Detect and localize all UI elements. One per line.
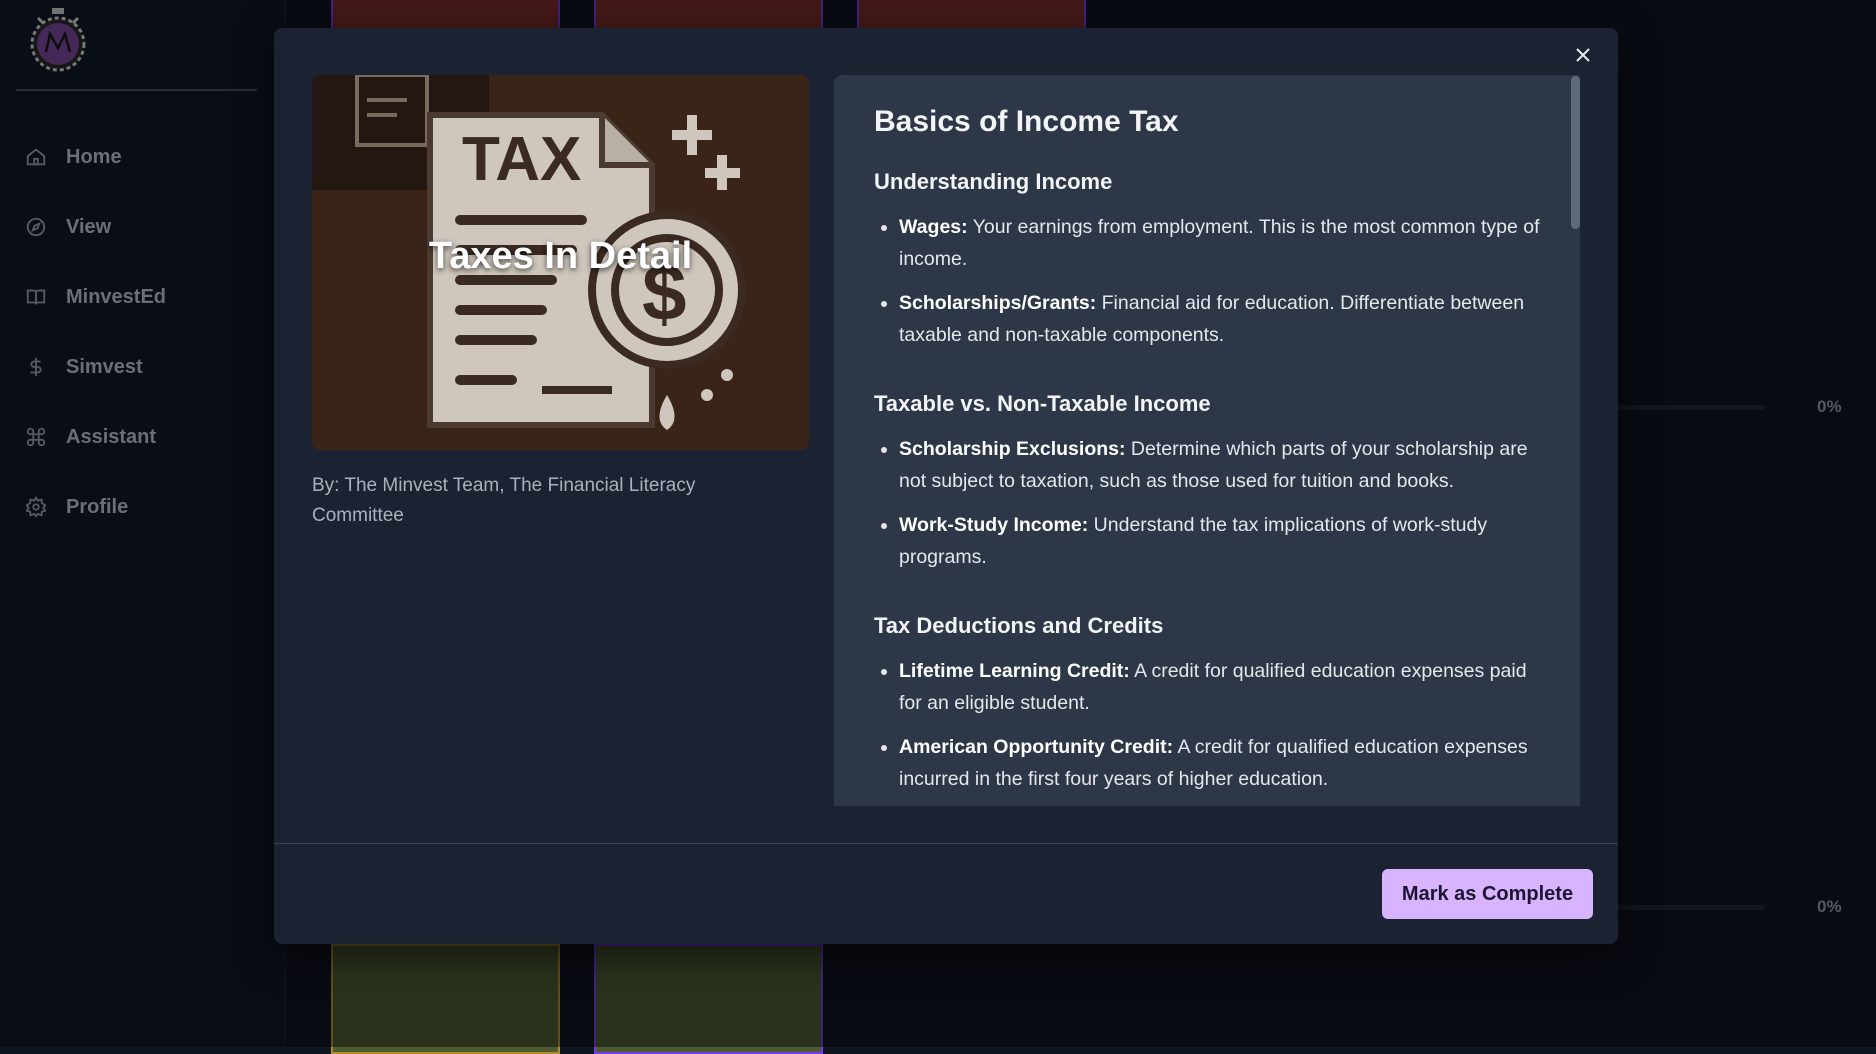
list-item-term: Lifetime Learning Credit: <box>899 660 1130 682</box>
list-item-term: Work-Study Income: <box>899 514 1088 536</box>
list-item: Scholarship Exclusions: Determine which … <box>899 433 1540 497</box>
list-item-term: Wages: <box>899 216 968 238</box>
list-item: Work-Study Income: Understand the tax im… <box>899 509 1540 573</box>
content-scrollbar-thumb[interactable] <box>1571 76 1580 229</box>
course-hero-image: TAX $ Taxes In Detail <box>312 75 809 450</box>
section-heading: Taxable vs. Non-Taxable Income <box>874 391 1540 417</box>
section-list: Wages: Your earnings from employment. Th… <box>874 211 1540 351</box>
section-heading: Tax Deductions and Credits <box>874 613 1540 639</box>
list-item-term: Scholarship Exclusions: <box>899 438 1125 460</box>
section-list: Lifetime Learning Credit: A credit for q… <box>874 655 1540 795</box>
article-title: Basics of Income Tax <box>874 105 1540 139</box>
mark-complete-button[interactable]: Mark as Complete <box>1382 869 1593 919</box>
list-item-term: American Opportunity Credit: <box>899 736 1173 758</box>
svg-text:TAX: TAX <box>462 125 581 194</box>
course-authors: By: The Minvest Team, The Financial Lite… <box>312 471 772 531</box>
close-button[interactable] <box>1570 42 1596 68</box>
list-item: Scholarships/Grants: Financial aid for e… <box>899 287 1540 351</box>
list-item: American Opportunity Credit: A credit fo… <box>899 731 1540 795</box>
list-item-text: Your earnings from employment. This is t… <box>899 216 1540 270</box>
modal-footer-divider <box>274 843 1618 844</box>
section-heading: Understanding Income <box>874 169 1540 195</box>
close-icon <box>1575 47 1591 63</box>
list-item: Wages: Your earnings from employment. Th… <box>899 211 1540 275</box>
list-item-term: Scholarships/Grants: <box>899 292 1096 314</box>
list-item: Lifetime Learning Credit: A credit for q… <box>899 655 1540 719</box>
section-list: Scholarship Exclusions: Determine which … <box>874 433 1540 573</box>
course-content-panel[interactable]: Basics of Income Tax Understanding Incom… <box>834 75 1580 806</box>
course-modal: TAX $ Taxes In Detail By: The Minvest Te… <box>274 28 1618 944</box>
course-title: Taxes In Detail <box>312 235 809 278</box>
